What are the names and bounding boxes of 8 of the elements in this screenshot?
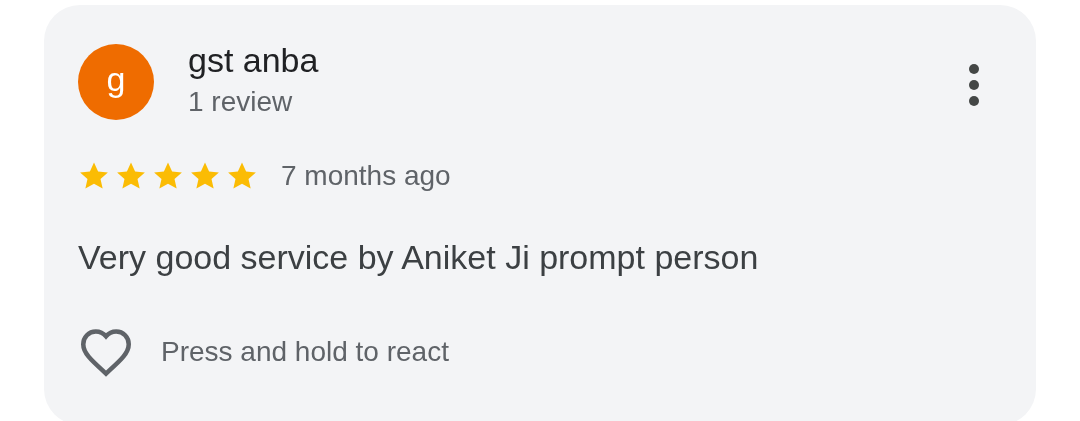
more-options-icon[interactable] bbox=[968, 63, 980, 107]
react-hint: Press and hold to react bbox=[161, 335, 449, 369]
author-name[interactable]: gst anba bbox=[188, 40, 319, 80]
review-time: 7 months ago bbox=[281, 159, 451, 193]
review-text: Very good service by Aniket Ji prompt person bbox=[78, 237, 760, 277]
heart-icon[interactable] bbox=[78, 327, 134, 377]
avatar: g bbox=[78, 44, 154, 120]
author-review-count: 1 review bbox=[188, 85, 294, 119]
